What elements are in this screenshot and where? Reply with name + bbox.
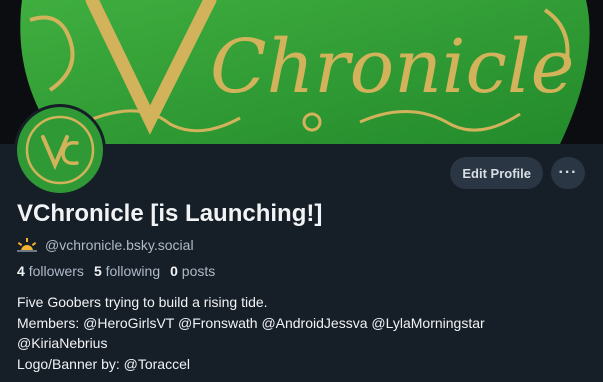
avatar[interactable] — [14, 104, 106, 196]
sunrise-icon — [17, 238, 37, 252]
more-options-button[interactable]: ··· — [551, 157, 585, 189]
bio-line: Five Goobers trying to build a rising ti… — [17, 294, 268, 310]
handle-text[interactable]: @vchronicle.bsky.social — [45, 237, 194, 253]
following-stat[interactable]: 5 following — [94, 263, 160, 279]
profile-bio: Five Goobers trying to build a rising ti… — [17, 292, 587, 374]
following-label: following — [105, 263, 161, 279]
svg-text:Chronicle: Chronicle — [210, 24, 574, 110]
profile-stats: 4 followers 5 following 0 posts — [17, 263, 215, 279]
posts-count: 0 — [170, 263, 178, 279]
bio-line: Members: @HeroGirlsVT @Fronswath @Androi… — [17, 314, 485, 331]
avatar-logo-image — [17, 107, 103, 193]
followers-stat[interactable]: 4 followers — [17, 263, 84, 279]
bio-line: @KiriaNebrius — [17, 335, 108, 351]
bio-line: Logo/Banner by: @Toraccel — [17, 355, 190, 372]
handle-row: @vchronicle.bsky.social — [17, 237, 194, 253]
followers-count: 4 — [17, 263, 25, 279]
profile-actions: Edit Profile ··· — [450, 157, 585, 189]
display-name: VChronicle [is Launching!] — [17, 200, 323, 227]
edit-profile-button[interactable]: Edit Profile — [450, 157, 543, 189]
posts-stat: 0 posts — [170, 263, 215, 279]
posts-label: posts — [181, 263, 216, 279]
followers-label: followers — [28, 263, 84, 279]
following-count: 5 — [93, 263, 102, 279]
